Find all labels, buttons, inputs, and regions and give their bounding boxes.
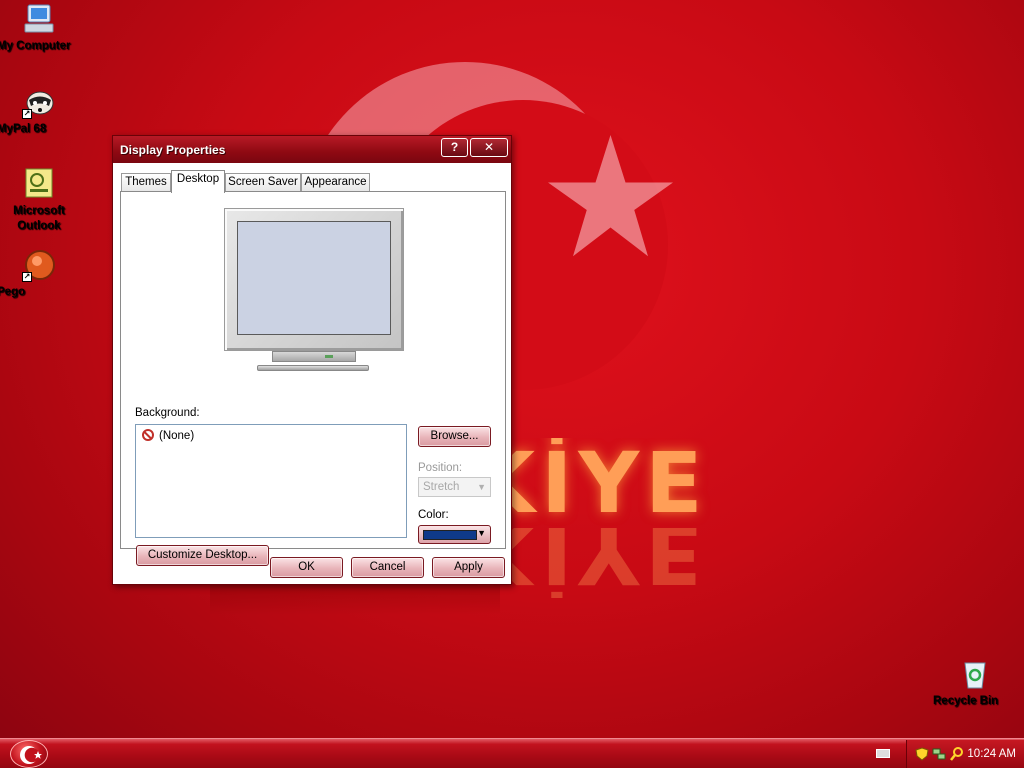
shortcut-arrow-icon: ↗ bbox=[22, 109, 32, 119]
raccoon-browser-icon: ↗ bbox=[22, 85, 56, 119]
start-button[interactable] bbox=[10, 740, 48, 768]
color-label: Color: bbox=[418, 509, 449, 521]
taskbar-clock[interactable]: 10:24 AM bbox=[967, 748, 1016, 760]
tab-desktop[interactable]: Desktop bbox=[171, 170, 225, 193]
tab-appearance[interactable]: Appearance bbox=[301, 173, 370, 192]
color-swatch bbox=[423, 530, 477, 540]
desktop-icon-outlook[interactable]: Microsoft Outlook bbox=[0, 167, 81, 232]
keyboard-icon[interactable] bbox=[876, 749, 890, 758]
desktop-icon-label: My Computer bbox=[0, 40, 71, 52]
ok-button[interactable]: OK bbox=[270, 557, 343, 578]
computer-icon bbox=[22, 2, 56, 36]
close-button[interactable]: ✕ bbox=[470, 138, 508, 157]
desktop-tab-panel: Background: (None) Browse... Position: S… bbox=[120, 191, 506, 566]
background-listbox[interactable]: (None) bbox=[135, 424, 407, 538]
tab-themes[interactable]: Themes bbox=[121, 173, 171, 192]
no-entry-icon bbox=[142, 429, 154, 441]
desktop-icon-label: MyPal 68 bbox=[0, 123, 47, 135]
monitor-screen-preview bbox=[237, 221, 391, 335]
desktop-icon-label: Microsoft Outlook bbox=[13, 205, 65, 232]
pego-icon: ↗ bbox=[22, 248, 56, 282]
desktop-icon-pego[interactable]: ↗ Pego bbox=[0, 248, 81, 298]
shield-icon[interactable] bbox=[915, 747, 929, 761]
desktop-icon-label: Recycle Bin bbox=[933, 695, 999, 707]
chevron-down-icon: ▼ bbox=[477, 482, 486, 492]
display-properties-dialog: Display Properties ? ✕ Themes Desktop Sc… bbox=[112, 135, 512, 585]
desktop-icon-mypal[interactable]: ↗ MyPal 68 bbox=[0, 85, 81, 135]
outlook-icon bbox=[22, 167, 56, 201]
monitor-stand bbox=[272, 351, 356, 362]
monitor-base bbox=[257, 365, 369, 371]
position-label: Position: bbox=[418, 462, 463, 474]
shortcut-arrow-icon: ↗ bbox=[22, 272, 32, 282]
list-item[interactable]: (None) bbox=[142, 429, 194, 444]
dialog-client: Themes Desktop Screen Saver Appearance B… bbox=[113, 163, 511, 584]
background-label: Background: bbox=[135, 407, 200, 419]
system-tray: 10:24 AM bbox=[906, 740, 1024, 768]
tab-screen-saver[interactable]: Screen Saver bbox=[225, 173, 301, 192]
help-button[interactable]: ? bbox=[441, 138, 468, 157]
network-icon[interactable] bbox=[932, 747, 946, 761]
monitor-led bbox=[325, 355, 333, 358]
crescent-star-icon bbox=[20, 746, 42, 764]
wallpaper-text: KİYE bbox=[470, 438, 709, 528]
wallpaper-star bbox=[548, 135, 673, 257]
monitor-preview bbox=[222, 206, 406, 376]
color-picker-button[interactable]: ▼ bbox=[418, 525, 491, 544]
dialog-title: Display Properties bbox=[120, 143, 226, 157]
desktop-icon-recycle-bin[interactable]: Recycle Bin bbox=[933, 657, 1017, 707]
recycle-bin-icon bbox=[958, 657, 992, 691]
customize-desktop-button[interactable]: Customize Desktop... bbox=[136, 545, 269, 566]
search-icon[interactable] bbox=[949, 746, 965, 762]
position-select[interactable]: Stretch ▼ bbox=[418, 477, 491, 497]
dialog-titlebar[interactable]: Display Properties ? ✕ bbox=[113, 136, 511, 163]
cancel-button[interactable]: Cancel bbox=[351, 557, 424, 578]
apply-button[interactable]: Apply bbox=[432, 557, 505, 578]
wallpaper-shadow bbox=[210, 585, 500, 615]
monitor-frame bbox=[224, 208, 404, 351]
browse-button[interactable]: Browse... bbox=[418, 426, 491, 447]
list-item-label: (None) bbox=[159, 430, 195, 442]
wallpaper-text-reflection: KİYE bbox=[470, 528, 709, 598]
desktop-icon-label: Pego bbox=[0, 286, 26, 298]
chevron-down-icon: ▼ bbox=[477, 528, 486, 538]
taskbar: 10:24 AM bbox=[0, 738, 1024, 768]
position-value: Stretch bbox=[423, 481, 460, 493]
desktop-icon-my-computer[interactable]: My Computer bbox=[0, 2, 81, 52]
